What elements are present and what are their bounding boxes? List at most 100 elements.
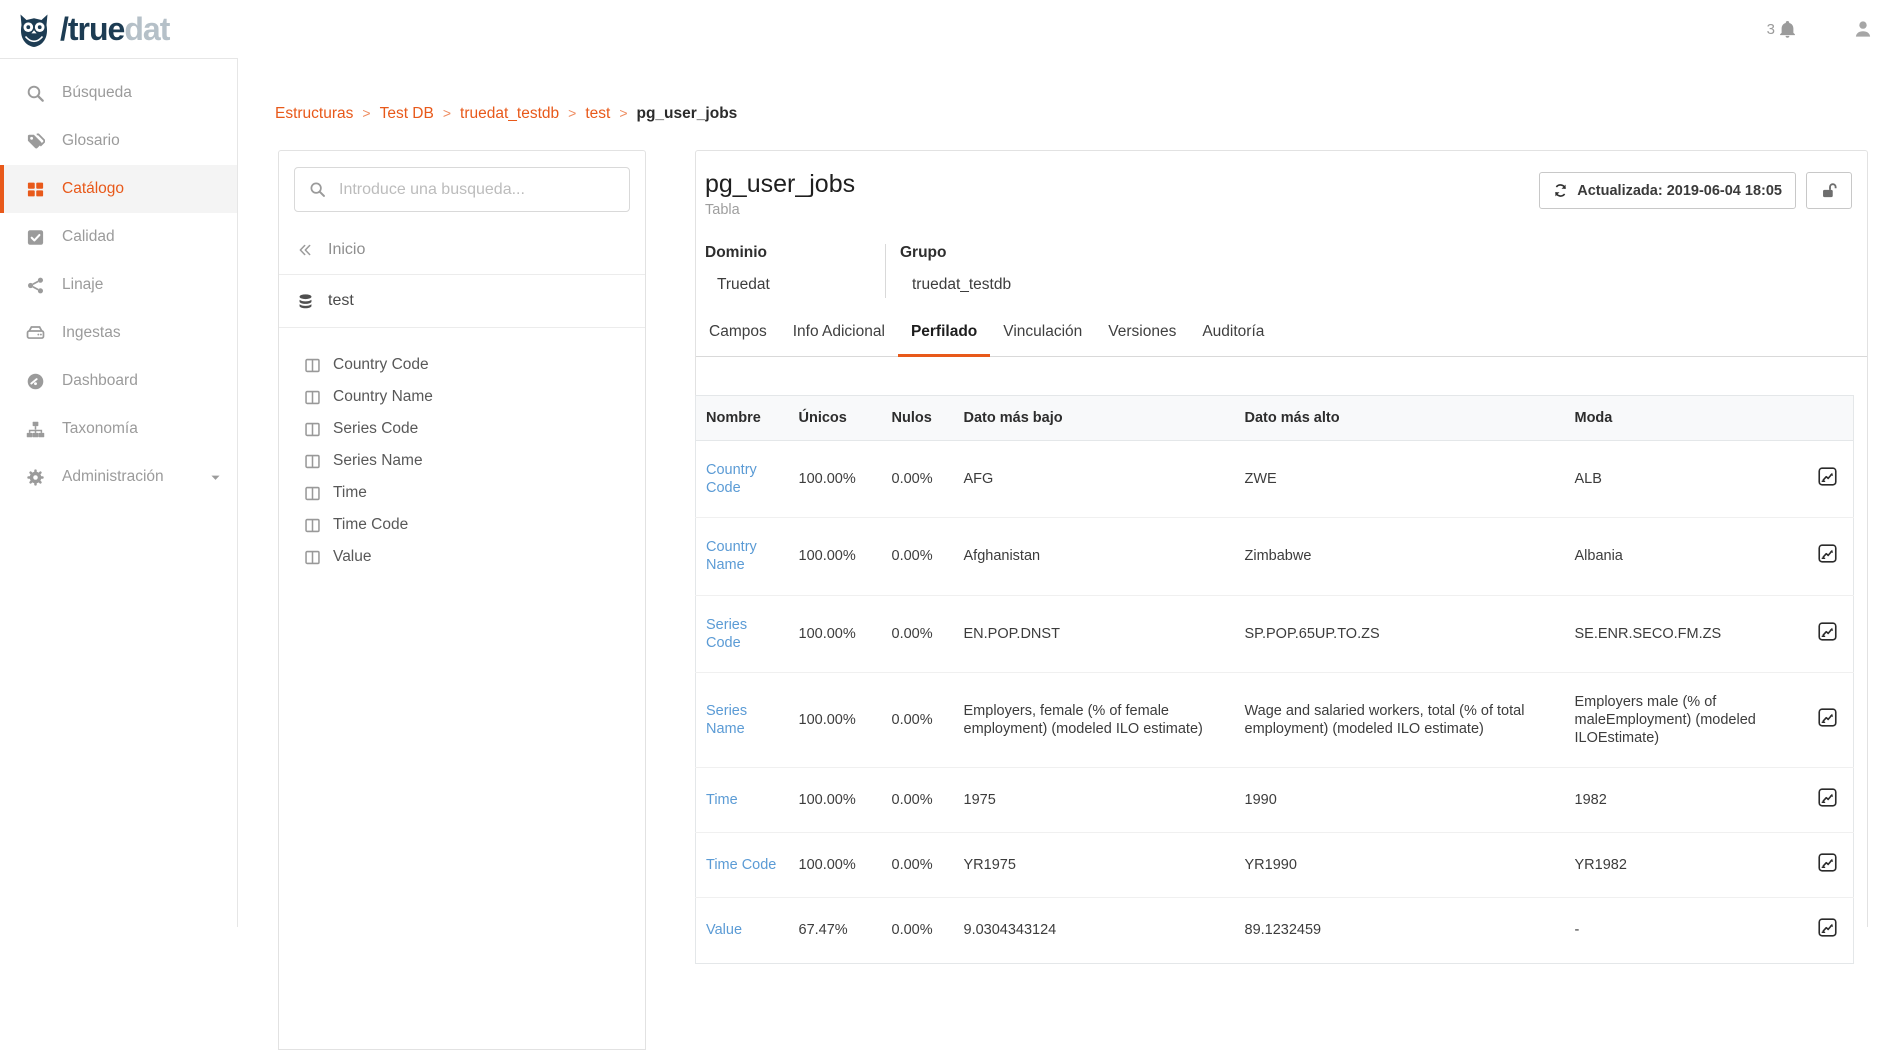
page-title: pg_user_jobs: [705, 170, 855, 199]
breadcrumb-link[interactable]: Estructuras: [275, 105, 353, 122]
cell-mode: Employers male (% of maleEmployment) (mo…: [1565, 672, 1802, 767]
grid-icon: [25, 180, 45, 199]
profile-table-body: Country Code 100.00% 0.00% AFG ZWE ALB C…: [696, 441, 1854, 964]
unlock-icon: [1821, 182, 1838, 199]
user-icon: [1853, 19, 1873, 39]
cell-mode: 1982: [1565, 768, 1802, 833]
cell-high: YR1990: [1235, 833, 1565, 898]
sidebar-item-administracion[interactable]: Administración: [0, 453, 237, 501]
gauge-icon: [25, 372, 45, 391]
chart-line-icon[interactable]: [1818, 467, 1837, 486]
columns-icon: [304, 549, 321, 566]
tab-versiones[interactable]: Versiones: [1095, 323, 1189, 357]
table-row-country-code: Country Code 100.00% 0.00% AFG ZWE ALB: [696, 441, 1854, 518]
sidebar-item-busqueda[interactable]: Búsqueda: [0, 69, 237, 117]
tree-column-item-series-name[interactable]: Series Name: [279, 445, 645, 477]
column-link[interactable]: Value: [706, 922, 742, 938]
sidebar-item-taxonomia[interactable]: Taxonomía: [0, 405, 237, 453]
cell-low: EN.POP.DNST: [954, 595, 1235, 672]
sidebar-item-dashboard[interactable]: Dashboard: [0, 357, 237, 405]
table-row-series-code: Series Code 100.00% 0.00% EN.POP.DNST SP…: [696, 595, 1854, 672]
share-icon: [25, 276, 45, 295]
chart-line-icon[interactable]: [1818, 788, 1837, 807]
drive-icon: [25, 324, 45, 343]
cell-nulls: 0.00%: [882, 898, 954, 963]
columns-icon: [304, 357, 321, 374]
tab-vinculacion[interactable]: Vinculación: [990, 323, 1095, 357]
column-link[interactable]: Series Code: [706, 617, 747, 651]
breadcrumb-link[interactable]: test: [585, 105, 610, 122]
notification-count: 3: [1767, 21, 1775, 38]
chart-line-icon[interactable]: [1818, 853, 1837, 872]
logo-slash: /: [60, 11, 68, 47]
column-header-moda: Moda: [1565, 396, 1802, 441]
column-link[interactable]: Series Name: [706, 703, 747, 737]
cell-nulls: 0.00%: [882, 672, 954, 767]
columns-icon: [304, 485, 321, 502]
lock-button[interactable]: [1806, 172, 1852, 209]
user-menu-button[interactable]: [1853, 19, 1873, 39]
tab-auditoria[interactable]: Auditoría: [1189, 323, 1277, 357]
tab-info-adicional[interactable]: Info Adicional: [780, 323, 898, 357]
breadcrumb-link[interactable]: Test DB: [380, 105, 434, 122]
column-link[interactable]: Country Name: [706, 539, 757, 573]
tree-column-item-time[interactable]: Time: [279, 477, 645, 509]
tree-column-item-series-code[interactable]: Series Code: [279, 413, 645, 445]
database-icon: [297, 293, 314, 310]
meta-domain: Dominio Truedat: [705, 244, 885, 298]
chart-line-icon[interactable]: [1818, 708, 1837, 727]
cell-low: AFG: [954, 441, 1235, 518]
notifications-button[interactable]: 3: [1767, 20, 1797, 39]
cell-nulls: 0.00%: [882, 441, 954, 518]
sidebar-item-ingestas[interactable]: Ingestas: [0, 309, 237, 357]
cell-nulls: 0.00%: [882, 518, 954, 595]
tree-column-item-value[interactable]: Value: [279, 541, 645, 573]
tree-column-item-time-code[interactable]: Time Code: [279, 509, 645, 541]
topbar: /truedat 3: [0, 0, 1899, 58]
cell-nulls: 0.00%: [882, 595, 954, 672]
cell-mode: Albania: [1565, 518, 1802, 595]
main-sidebar: Búsqueda Glosario Catálogo Calidad Linaj…: [0, 58, 238, 927]
search-icon: [25, 84, 45, 103]
cell-high: Zimbabwe: [1235, 518, 1565, 595]
tree-column-item-country-code[interactable]: Country Code: [279, 349, 645, 381]
columns-icon: [304, 517, 321, 534]
profile-table-head: NombreÚnicosNulosDato más bajoDato más a…: [696, 396, 1854, 441]
chart-line-icon[interactable]: [1818, 622, 1837, 641]
owl-icon: [14, 9, 54, 49]
logo-brand-primary: true: [68, 11, 124, 47]
breadcrumb-link[interactable]: truedat_testdb: [460, 105, 559, 122]
sidebar-item-glosario[interactable]: Glosario: [0, 117, 237, 165]
updated-label: Actualizada: 2019-06-04 18:05: [1577, 183, 1782, 199]
search-icon: [309, 181, 326, 198]
tab-campos[interactable]: Campos: [696, 323, 780, 357]
sidebar-item-catalogo[interactable]: Catálogo: [0, 165, 237, 213]
tree-columns-list: Country Code Country Name Series Code Se…: [279, 328, 645, 594]
cell-nulls: 0.00%: [882, 768, 954, 833]
cell-unique: 100.00%: [789, 672, 882, 767]
bell-icon: [1778, 20, 1797, 39]
tree-search-input[interactable]: [337, 180, 615, 200]
meta-domain-value: Truedat: [705, 276, 885, 294]
meta-group-label: Grupo: [900, 244, 1011, 262]
column-link[interactable]: Time Code: [706, 857, 776, 873]
chart-line-icon[interactable]: [1818, 918, 1837, 937]
sidebar-item-linaje[interactable]: Linaje: [0, 261, 237, 309]
tree-root-item[interactable]: test: [279, 275, 645, 328]
sidebar-item-calidad[interactable]: Calidad: [0, 213, 237, 261]
meta-group: Grupo truedat_testdb: [885, 244, 1011, 298]
tab-perfilado[interactable]: Perfilado: [898, 323, 990, 357]
column-link[interactable]: Time: [706, 792, 738, 808]
cell-high: SP.POP.65UP.TO.ZS: [1235, 595, 1565, 672]
chart-line-icon[interactable]: [1818, 544, 1837, 563]
column-link[interactable]: Country Code: [706, 462, 757, 496]
tree-column-item-country-name[interactable]: Country Name: [279, 381, 645, 413]
updated-button[interactable]: Actualizada: 2019-06-04 18:05: [1539, 172, 1796, 209]
table-row-time-code: Time Code 100.00% 0.00% YR1975 YR1990 YR…: [696, 833, 1854, 898]
tree-back-button[interactable]: Inicio: [279, 226, 645, 275]
app-logo[interactable]: /truedat: [14, 9, 169, 49]
column-header-actions: [1802, 396, 1854, 441]
table-row-series-name: Series Name 100.00% 0.00% Employers, fem…: [696, 672, 1854, 767]
profile-table: NombreÚnicosNulosDato más bajoDato más a…: [695, 395, 1854, 964]
cell-mode: YR1982: [1565, 833, 1802, 898]
